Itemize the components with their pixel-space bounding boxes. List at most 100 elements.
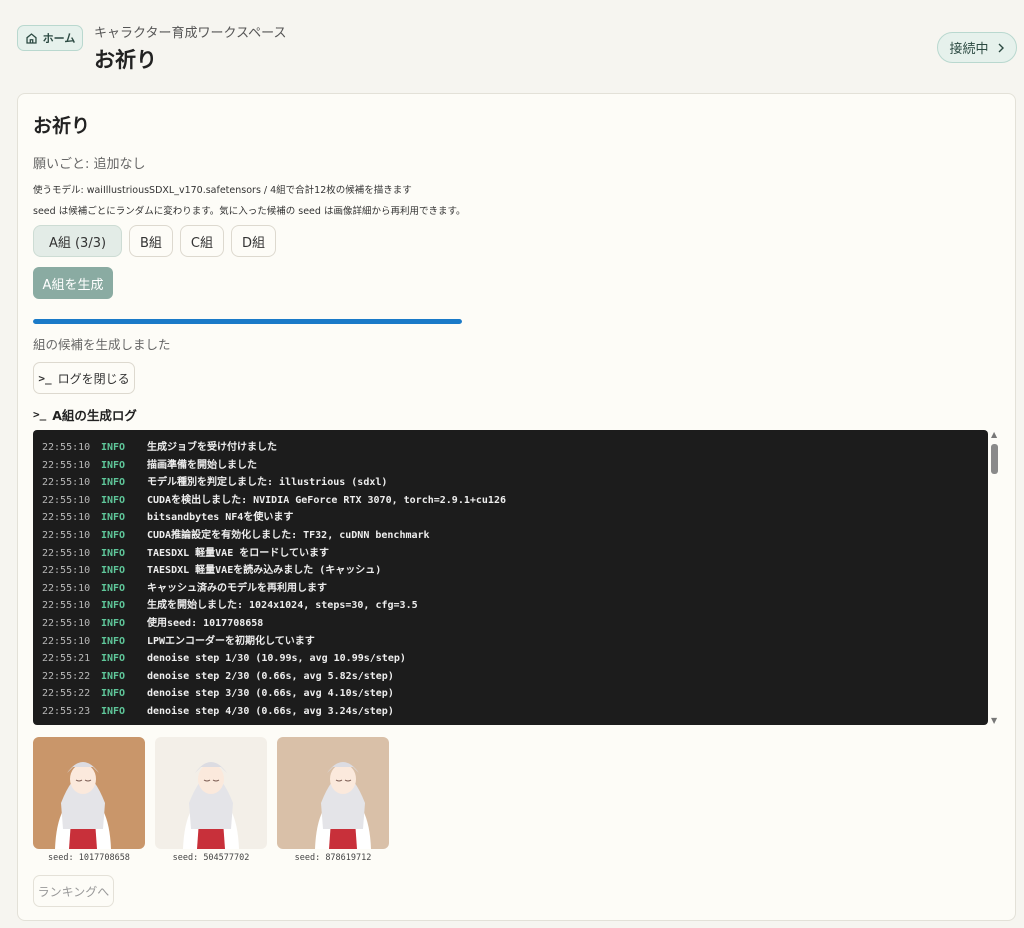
log-level: INFO (101, 617, 126, 629)
log-line: 22:55:10 INFO モデル種別を判定しました: illustrious (s… (42, 474, 988, 492)
log-time: 22:55:10 (42, 600, 91, 612)
log-message: denoise step 1/30 (10.99s, avg 10.99s/st… (147, 653, 406, 665)
workspace-label: キャラクター育成ワークスペース (94, 26, 287, 41)
connection-status-button[interactable]: 接続中 (937, 32, 1017, 63)
log-level: INFO (101, 582, 126, 594)
log-time: 22:55:21 (42, 653, 91, 665)
log-message: CUDAを検出しました: NVIDIA GeForce RTX 3070, to… (147, 494, 506, 506)
log-level: INFO (101, 670, 126, 682)
close-log-label: ログを閉じる (57, 371, 130, 386)
log-level: INFO (101, 442, 126, 453)
prayer-card: お祈り 願いごと: 追加なし 使うモデル: waiIllustriousSDXL… (17, 93, 1016, 921)
tab-group-a[interactable]: A組 (3/3) (33, 225, 122, 257)
close-log-button[interactable]: >_ ログを閉じる (33, 362, 135, 394)
scroll-thumb[interactable] (991, 444, 998, 474)
chevron-right-icon (998, 43, 1004, 52)
log-time: 22:55:10 (42, 477, 91, 489)
log-line: 22:55:10 INFO 描画準備を開始しました (42, 457, 988, 475)
log-heading: >_ A組の生成ログ (33, 405, 137, 424)
log-console[interactable]: 22:55:10 INFO 生成ジョブを受け付けました 22:55:10 INFO 描画準… (33, 430, 988, 725)
log-time: 22:55:23 (42, 705, 91, 717)
card-title: お祈り (33, 115, 91, 137)
log-scrollbar[interactable]: ▲ ▼ (989, 430, 1001, 725)
progress-fill (33, 319, 462, 324)
log-line: 22:55:22 INFO denoise step 2/30 (0.66s, av… (42, 668, 988, 686)
log-level: INFO (101, 477, 126, 489)
log-message: denoise step 4/30 (0.66s, avg 3.24s/step… (147, 705, 394, 717)
scroll-up-icon[interactable]: ▲ (991, 430, 997, 439)
log-time: 22:55:10 (42, 494, 91, 506)
tab-group-c[interactable]: C組 (179, 225, 224, 257)
log-level: INFO (101, 635, 126, 647)
log-time: 22:55:10 (42, 442, 91, 453)
candidate-seed: seed: 504577702 (172, 853, 250, 863)
wish-text: 願いごと: 追加なし (33, 157, 146, 172)
log-line: 22:55:10 INFO CUDAを検出しました: NVIDIA GeForce … (42, 492, 988, 510)
log-message: 生成を開始しました: 1024x1024, steps=30, cfg=3.5 (147, 600, 418, 612)
tab-group-b[interactable]: B組 (129, 225, 173, 257)
log-time: 22:55:10 (42, 617, 91, 629)
log-line: 22:55:10 INFO TAESDXL 軽量VAE をロードしています (42, 545, 988, 563)
candidate-thumbnail[interactable]: seed: 1017708658 (33, 737, 145, 863)
page-title: お祈り (94, 48, 157, 72)
log-message: TAESDXL 軽量VAE をロードしています (147, 547, 329, 559)
log-time: 22:55:10 (42, 635, 91, 647)
log-message: TAESDXL 軽量VAEを読み込みました (キャッシュ) (147, 565, 382, 577)
candidate-thumbnail[interactable]: seed: 878619712 (277, 737, 389, 863)
log-message: bitsandbytes NF4を使います (147, 512, 294, 524)
candidate-list: seed: 1017708658 seed: 504577702 seed: 878… (33, 737, 389, 863)
candidate-seed: seed: 1017708658 (48, 853, 130, 863)
log-message: キャッシュ済みのモデルを再利用します (147, 582, 327, 594)
log-line: 22:55:10 INFO LPWエンコーダーを初期化しています (42, 633, 988, 651)
log-level: INFO (101, 705, 126, 717)
log-time: 22:55:10 (42, 529, 91, 541)
log-line: 22:55:10 INFO 生成ジョブを受け付けました (42, 439, 988, 457)
log-message: LPWエンコーダーを初期化しています (147, 635, 315, 647)
log-time: 22:55:10 (42, 512, 91, 524)
log-level: INFO (101, 512, 126, 524)
log-message: 生成ジョブを受け付けました (147, 442, 277, 453)
home-label: ホーム (42, 32, 76, 45)
log-level: INFO (101, 459, 126, 471)
log-line: 22:55:10 INFO 生成を開始しました: 1024x1024, steps=… (42, 597, 988, 615)
log-time: 22:55:22 (42, 688, 91, 700)
terminal-icon: >_ (38, 371, 52, 385)
log-line: 22:55:21 INFO denoise step 1/30 (10.99s, a… (42, 650, 988, 668)
candidate-seed: seed: 878619712 (294, 853, 372, 863)
log-message: モデル種別を判定しました: illustrious (sdxl) (147, 477, 388, 489)
log-line: 22:55:23 INFO denoise step 4/30 (0.66s, av… (42, 703, 988, 721)
candidate-image (33, 737, 145, 849)
log-level: INFO (101, 565, 126, 577)
log-title: A組の生成ログ (52, 408, 137, 423)
connection-label: 接続中 (949, 42, 989, 57)
log-line: 22:55:10 INFO キャッシュ済みのモデルを再利用します (42, 580, 988, 598)
progress-bar (33, 319, 462, 324)
log-message: denoise step 2/30 (0.66s, avg 5.82s/step… (147, 670, 394, 682)
candidate-thumbnail[interactable]: seed: 504577702 (155, 737, 267, 863)
generate-group-button[interactable]: A組を生成 (33, 267, 113, 299)
log-message: CUDA推論設定を有効化しました: TF32, cuDNN benchmark (147, 529, 430, 541)
log-level: INFO (101, 494, 126, 506)
scroll-down-icon[interactable]: ▼ (991, 716, 997, 725)
log-message: denoise step 3/30 (0.66s, avg 4.10s/step… (147, 688, 394, 700)
model-info: 使うモデル: waiIllustriousSDXL_v170.safetenso… (33, 185, 412, 196)
home-button[interactable]: ホーム (17, 25, 83, 51)
log-level: INFO (101, 653, 126, 665)
log-line: 22:55:10 INFO bitsandbytes NF4を使います (42, 509, 988, 527)
ranking-button[interactable]: ランキングへ (33, 875, 114, 907)
log-time: 22:55:22 (42, 670, 91, 682)
log-level: INFO (101, 600, 126, 612)
candidate-image (277, 737, 389, 849)
seed-info: seed は候補ごとにランダムに変わります。気に入った候補の seed は画像詳… (33, 206, 466, 217)
log-line: 22:55:10 INFO 使用seed: 1017708658 (42, 615, 988, 633)
log-level: INFO (101, 688, 126, 700)
log-time: 22:55:10 (42, 459, 91, 471)
log-line: 22:55:10 INFO TAESDXL 軽量VAEを読み込みました (キャッシュ… (42, 562, 988, 580)
home-icon (26, 32, 37, 44)
log-line: 22:55:10 INFO CUDA推論設定を有効化しました: TF32, cuDN… (42, 527, 988, 545)
tab-group-d[interactable]: D組 (231, 225, 277, 257)
log-level: INFO (101, 547, 126, 559)
terminal-icon: >_ (33, 408, 47, 421)
log-line: 22:55:22 INFO denoise step 3/30 (0.66s, av… (42, 685, 988, 703)
log-time: 22:55:10 (42, 582, 91, 594)
